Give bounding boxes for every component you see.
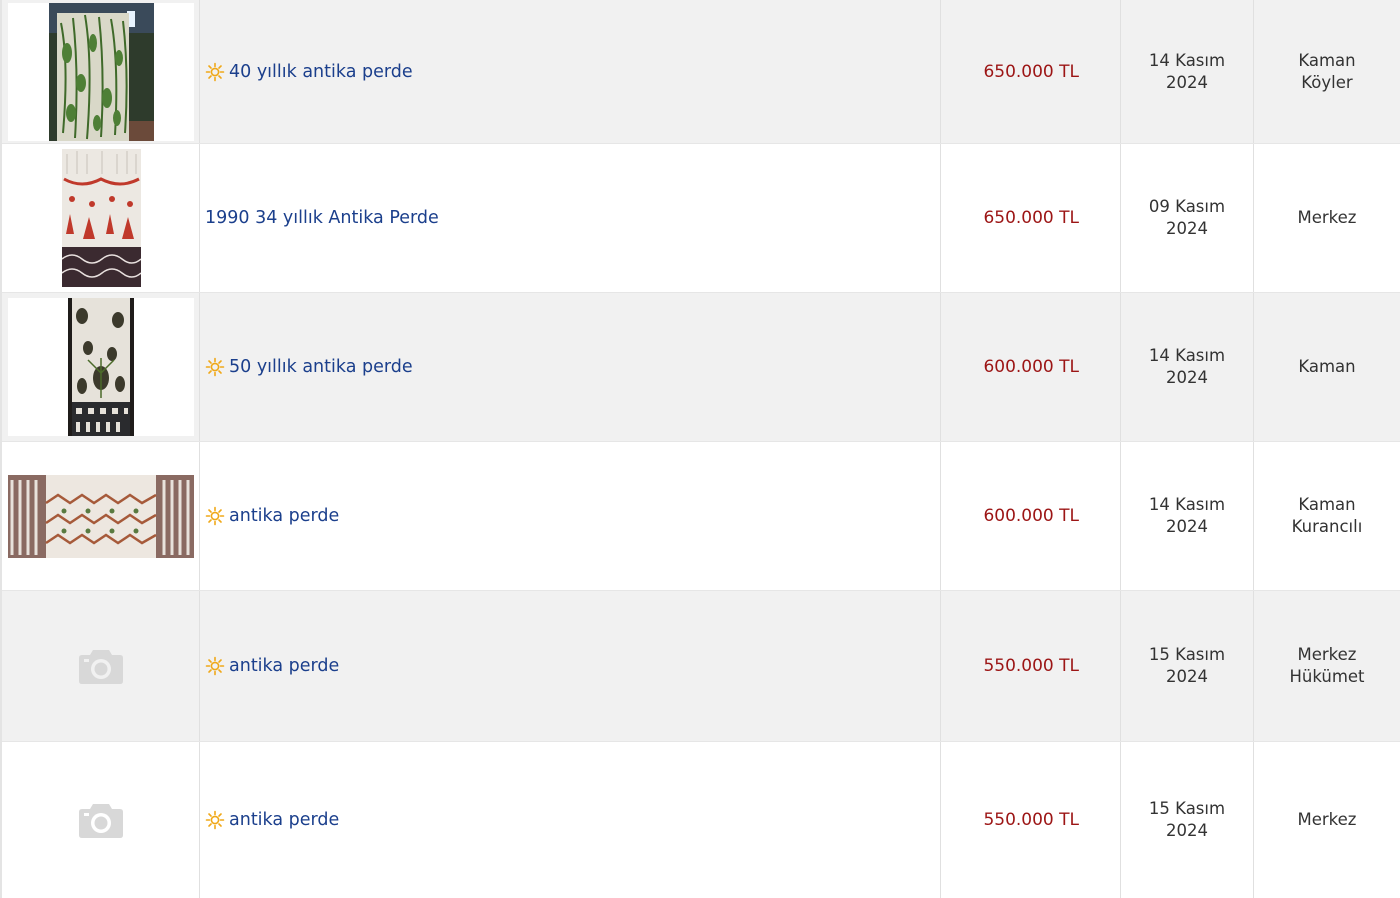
price-cell: 650.000 TL — [941, 144, 1121, 292]
table-row[interactable]: antika perde 550.000 TL 15 Kasım 2024 Mer… — [2, 591, 1400, 742]
date-cell: 15 Kasım 2024 — [1121, 742, 1254, 898]
camera-placeholder-icon[interactable] — [78, 647, 124, 685]
title-cell: antika perde — [200, 742, 941, 898]
listing-date-day: 15 Kasım — [1148, 799, 1226, 818]
listing-date-year: 2024 — [1165, 219, 1208, 238]
listing-location-line2: Kurancılı — [1291, 517, 1363, 536]
title-cell: 50 yıllık antika perde — [200, 293, 941, 441]
listing-title: antika perde — [229, 506, 340, 526]
listing-date-year: 2024 — [1165, 517, 1208, 536]
listing-location-line1: Merkez — [1297, 645, 1357, 664]
thumbnail-cell[interactable] — [2, 144, 200, 292]
location-cell: Merkez — [1254, 144, 1400, 292]
listing-location-line2: Hükümet — [1289, 667, 1365, 686]
listing-price: 600.000 TL — [983, 357, 1079, 377]
thumbnail-cell[interactable] — [2, 591, 200, 741]
listing-date-day: 14 Kasım — [1148, 346, 1226, 365]
title-cell: antika perde — [200, 442, 941, 590]
table-row[interactable]: antika perde 550.000 TL 15 Kasım 2024 Mer… — [2, 742, 1400, 898]
date-cell: 15 Kasım 2024 — [1121, 591, 1254, 741]
sun-icon — [205, 506, 225, 526]
price-cell: 600.000 TL — [941, 442, 1121, 590]
title-cell: antika perde — [200, 591, 941, 741]
title-cell: 1990 34 yıllık Antika Perde — [200, 144, 941, 292]
listing-date-year: 2024 — [1165, 368, 1208, 387]
listing-price: 550.000 TL — [983, 810, 1079, 830]
listing-date-day: 14 Kasım — [1148, 495, 1226, 514]
listing-price: 550.000 TL — [983, 656, 1079, 676]
listing-date-year: 2024 — [1165, 667, 1208, 686]
listing-title-link[interactable]: 50 yıllık antika perde — [205, 357, 413, 377]
listing-thumbnail[interactable] — [48, 2, 154, 141]
listing-location-line1: Kaman — [1298, 357, 1356, 376]
location-cell: Merkez Hükümet — [1254, 591, 1400, 741]
price-cell: 550.000 TL — [941, 591, 1121, 741]
thumbnail-cell[interactable] — [2, 742, 200, 898]
title-cell: 40 yıllık antika perde — [200, 0, 941, 143]
date-cell: 09 Kasım 2024 — [1121, 144, 1254, 292]
listing-thumbnail[interactable] — [68, 298, 134, 436]
date-cell: 14 Kasım 2024 — [1121, 442, 1254, 590]
camera-placeholder-icon[interactable] — [78, 801, 124, 839]
listing-location-line1: Merkez — [1297, 208, 1357, 227]
sun-icon — [205, 656, 225, 676]
table-row[interactable]: 1990 34 yıllık Antika Perde 650.000 TL 0… — [2, 144, 1400, 293]
listing-date-day: 14 Kasım — [1148, 50, 1226, 70]
listing-date-year: 2024 — [1165, 821, 1208, 840]
listing-table: 40 yıllık antika perde 650.000 TL 14 Kas… — [0, 0, 1400, 898]
date-cell: 14 Kasım 2024 — [1121, 0, 1254, 143]
location-cell: Merkez — [1254, 742, 1400, 898]
listing-price: 650.000 TL — [983, 61, 1079, 82]
location-cell: Kaman Köyler — [1254, 0, 1400, 143]
listing-thumbnail[interactable] — [61, 149, 141, 287]
listing-title-link[interactable]: 40 yıllık antika perde — [205, 62, 413, 82]
sun-icon — [205, 62, 225, 82]
listing-price: 600.000 TL — [983, 506, 1079, 526]
table-row[interactable]: antika perde 600.000 TL 14 Kasım 2024 Kam… — [2, 442, 1400, 591]
sun-icon — [205, 357, 225, 377]
thumbnail-cell[interactable] — [2, 293, 200, 441]
table-row[interactable]: 40 yıllık antika perde 650.000 TL 14 Kas… — [2, 0, 1400, 144]
location-cell: Kaman Kurancılı — [1254, 442, 1400, 590]
price-cell: 550.000 TL — [941, 742, 1121, 898]
listing-date-year: 2024 — [1165, 72, 1208, 92]
listing-title: 1990 34 yıllık Antika Perde — [205, 208, 439, 228]
listing-title: antika perde — [229, 656, 340, 676]
location-cell: Kaman — [1254, 293, 1400, 441]
listing-thumbnail[interactable] — [8, 474, 194, 558]
listing-date-day: 15 Kasım — [1148, 645, 1226, 664]
listing-title-link[interactable]: antika perde — [205, 656, 339, 676]
listing-date-day: 09 Kasım — [1148, 197, 1226, 216]
price-cell: 600.000 TL — [941, 293, 1121, 441]
listing-location-line1: Kaman — [1298, 50, 1356, 70]
listing-title-link[interactable]: antika perde — [205, 810, 339, 830]
price-cell: 650.000 TL — [941, 0, 1121, 143]
listing-title-link[interactable]: antika perde — [205, 506, 339, 526]
thumbnail-cell[interactable] — [2, 0, 200, 143]
thumbnail-cell[interactable] — [2, 442, 200, 590]
listing-title: 40 yıllık antika perde — [229, 61, 413, 82]
table-row[interactable]: 50 yıllık antika perde 600.000 TL 14 Kas… — [2, 293, 1400, 442]
listing-title: 50 yıllık antika perde — [229, 357, 413, 377]
listing-title: antika perde — [229, 810, 340, 830]
date-cell: 14 Kasım 2024 — [1121, 293, 1254, 441]
listing-location-line2: Köyler — [1301, 72, 1353, 92]
listing-location-line1: Merkez — [1297, 810, 1357, 829]
listing-location-line1: Kaman — [1298, 495, 1356, 514]
listing-title-link[interactable]: 1990 34 yıllık Antika Perde — [205, 208, 439, 228]
sun-icon — [205, 810, 225, 830]
listing-price: 650.000 TL — [983, 208, 1079, 228]
